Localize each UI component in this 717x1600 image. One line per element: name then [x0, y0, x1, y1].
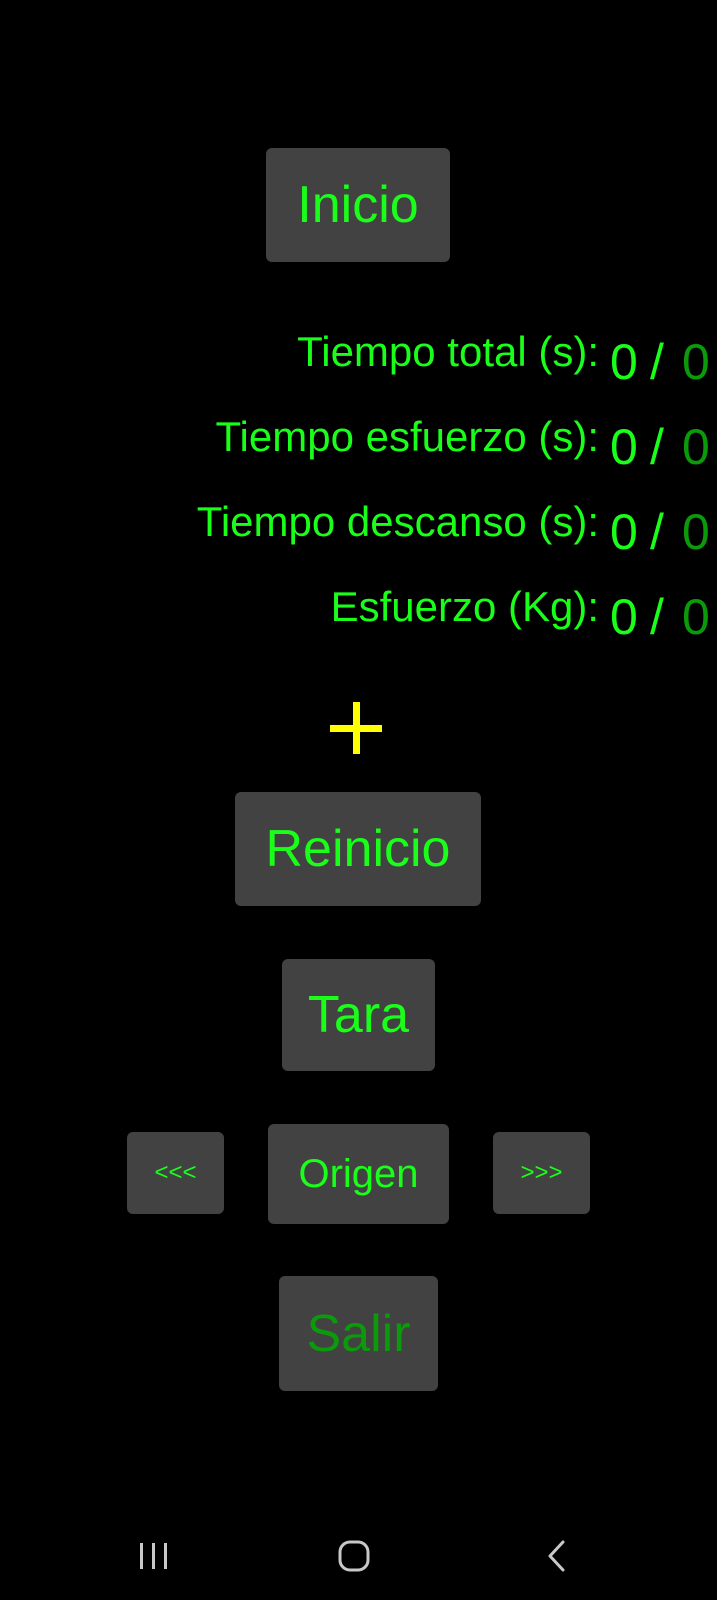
stat-current-tiempo-esfuerzo: 0	[610, 419, 638, 475]
stat-current-tiempo-descanso: 0	[610, 504, 638, 560]
plus-icon-vertical-bar	[353, 702, 360, 754]
next-button-label: >>>	[520, 1159, 563, 1186]
salir-button[interactable]: Salir	[279, 1276, 438, 1391]
previous-button-label: <<<	[154, 1159, 197, 1186]
home-icon[interactable]	[330, 1532, 378, 1580]
tara-button-label: Tara	[307, 986, 410, 1044]
stat-max-tiempo-descanso: 0	[682, 504, 710, 560]
salir-button-label: Salir	[306, 1304, 411, 1363]
stat-separator: /	[650, 589, 664, 645]
stat-label-tiempo-total: Tiempo total (s):	[297, 328, 599, 375]
back-icon[interactable]	[533, 1532, 581, 1580]
stat-current-esfuerzo: 0	[610, 589, 638, 645]
stat-max-tiempo-esfuerzo: 0	[682, 419, 710, 475]
stat-max-esfuerzo: 0	[682, 589, 710, 645]
stat-current-tiempo-total: 0	[610, 334, 638, 390]
inicio-button[interactable]: Inicio	[266, 148, 450, 262]
reinicio-button-label: Reinicio	[265, 820, 451, 878]
system-navigation-bar	[0, 1510, 717, 1600]
stat-row-esfuerzo: Esfuerzo (Kg): 0 / 0	[0, 577, 717, 645]
stat-row-tiempo-total: Tiempo total (s): 0 / 0	[0, 322, 717, 390]
stat-max-tiempo-total: 0	[682, 334, 710, 390]
stat-label-tiempo-esfuerzo: Tiempo esfuerzo (s):	[215, 413, 599, 460]
tara-button[interactable]: Tara	[282, 959, 435, 1071]
previous-button[interactable]: <<<	[127, 1132, 224, 1214]
plus-icon[interactable]	[330, 702, 382, 754]
stat-separator: /	[650, 504, 664, 560]
reinicio-button[interactable]: Reinicio	[235, 792, 481, 906]
inicio-button-label: Inicio	[297, 176, 419, 234]
stat-label-tiempo-descanso: Tiempo descanso (s):	[196, 498, 599, 545]
origen-button-label: Origen	[298, 1151, 419, 1196]
stat-separator: /	[650, 419, 664, 475]
next-button[interactable]: >>>	[493, 1132, 590, 1214]
stat-separator: /	[650, 334, 664, 390]
stat-row-tiempo-descanso: Tiempo descanso (s): 0 / 0	[0, 492, 717, 560]
stat-row-tiempo-esfuerzo: Tiempo esfuerzo (s): 0 / 0	[0, 407, 717, 475]
recents-icon[interactable]	[130, 1532, 178, 1580]
origen-button[interactable]: Origen	[268, 1124, 449, 1224]
stat-label-esfuerzo: Esfuerzo (Kg):	[330, 583, 599, 630]
